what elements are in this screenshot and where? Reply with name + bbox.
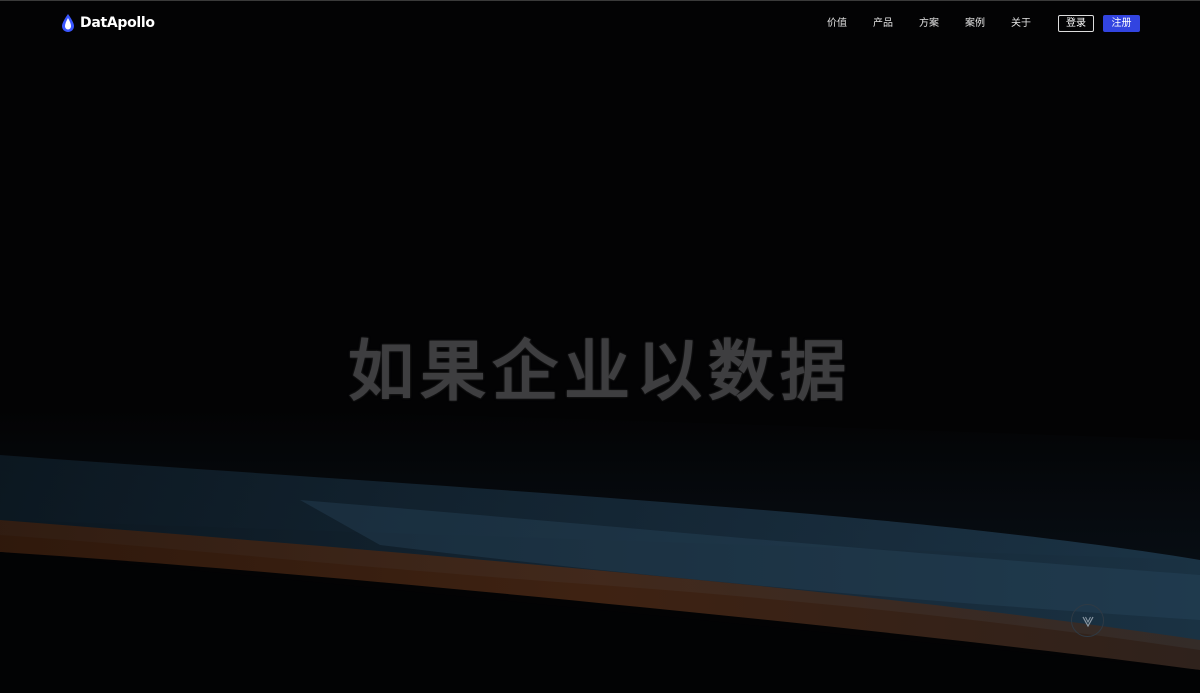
nav-item-solution[interactable]: 方案	[919, 16, 939, 32]
logo-text: DatApollo	[80, 15, 155, 31]
main-nav: 价值 产品 方案 案例 关于 登录 注册	[827, 15, 1140, 32]
scroll-down-button[interactable]	[1071, 604, 1104, 637]
register-button[interactable]: 注册	[1103, 15, 1140, 32]
logo[interactable]: DatApollo	[60, 12, 155, 34]
chevron-down-icon	[1081, 616, 1094, 627]
site-header: DatApollo 价值 产品 方案 案例 关于 登录 注册	[0, 0, 1200, 46]
login-button[interactable]: 登录	[1058, 15, 1094, 32]
nav-item-product[interactable]: 产品	[873, 16, 893, 32]
page: DatApollo 价值 产品 方案 案例 关于 登录 注册 如果企业以数据	[0, 0, 1200, 693]
nav-item-about[interactable]: 关于	[1011, 16, 1031, 32]
water-drop-icon	[62, 14, 74, 32]
nav-item-cases[interactable]: 案例	[965, 16, 985, 32]
hero-title: 如果企业以数据	[348, 333, 852, 410]
nav-item-value[interactable]: 价值	[827, 16, 847, 32]
